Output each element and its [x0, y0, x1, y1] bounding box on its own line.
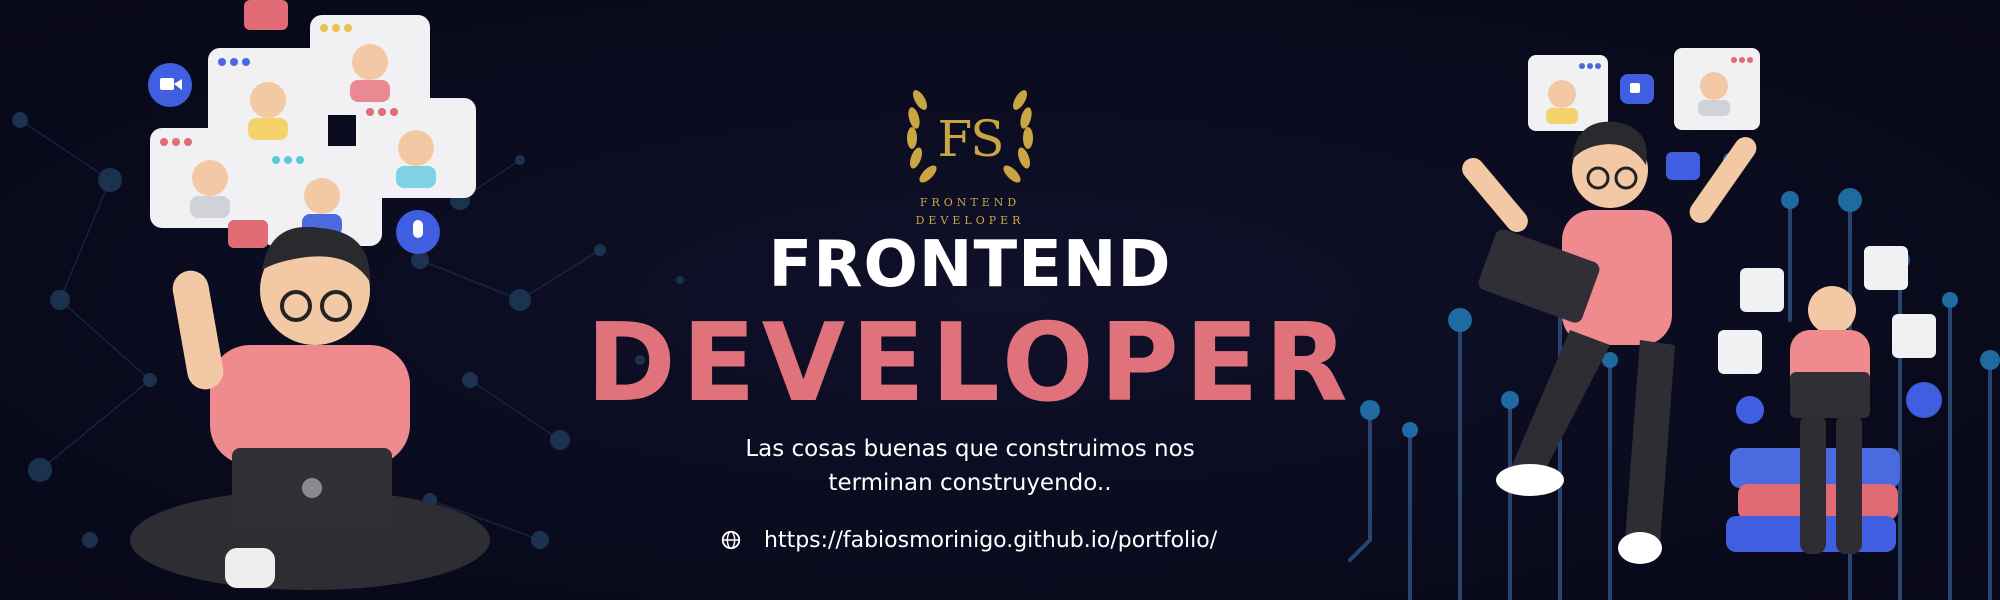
- right-developer-illustration: [1462, 48, 1942, 564]
- portfolio-link-row[interactable]: https://fabiosmorinigo.github.io/portfol…: [720, 522, 1220, 558]
- globe-icon: [721, 530, 741, 550]
- fs-logo: FS FRONTEND DEVELOPER: [890, 70, 1050, 240]
- chat-bubble-icon: [1666, 152, 1700, 180]
- video-camera-icon: [1620, 74, 1654, 104]
- headline-developer: DEVELOPER: [586, 301, 1354, 426]
- logo-monogram: FS: [937, 110, 1005, 168]
- banner: FS FRONTEND DEVELOPER FRONTEND DEVELOPER…: [0, 0, 2000, 600]
- center-content: FS FRONTEND DEVELOPER FRONTEND DEVELOPER…: [560, 60, 1380, 580]
- logo-subtitle-line2: DEVELOPER: [915, 214, 1025, 227]
- microphone-icon: [396, 210, 440, 254]
- headline-frontend: FRONTEND: [768, 228, 1172, 302]
- video-camera-icon: [148, 63, 192, 107]
- tagline-line1: Las cosas buenas que construimos nos: [745, 436, 1195, 462]
- tagline: Las cosas buenas que construimos nos ter…: [670, 432, 1270, 500]
- left-developer-illustration: [130, 0, 490, 590]
- portfolio-url-link[interactable]: https://fabiosmorinigo.github.io/portfol…: [764, 528, 1217, 553]
- tagline-line2: terminan construyendo..: [828, 470, 1112, 496]
- logo-subtitle-line1: FRONTEND: [919, 196, 1021, 209]
